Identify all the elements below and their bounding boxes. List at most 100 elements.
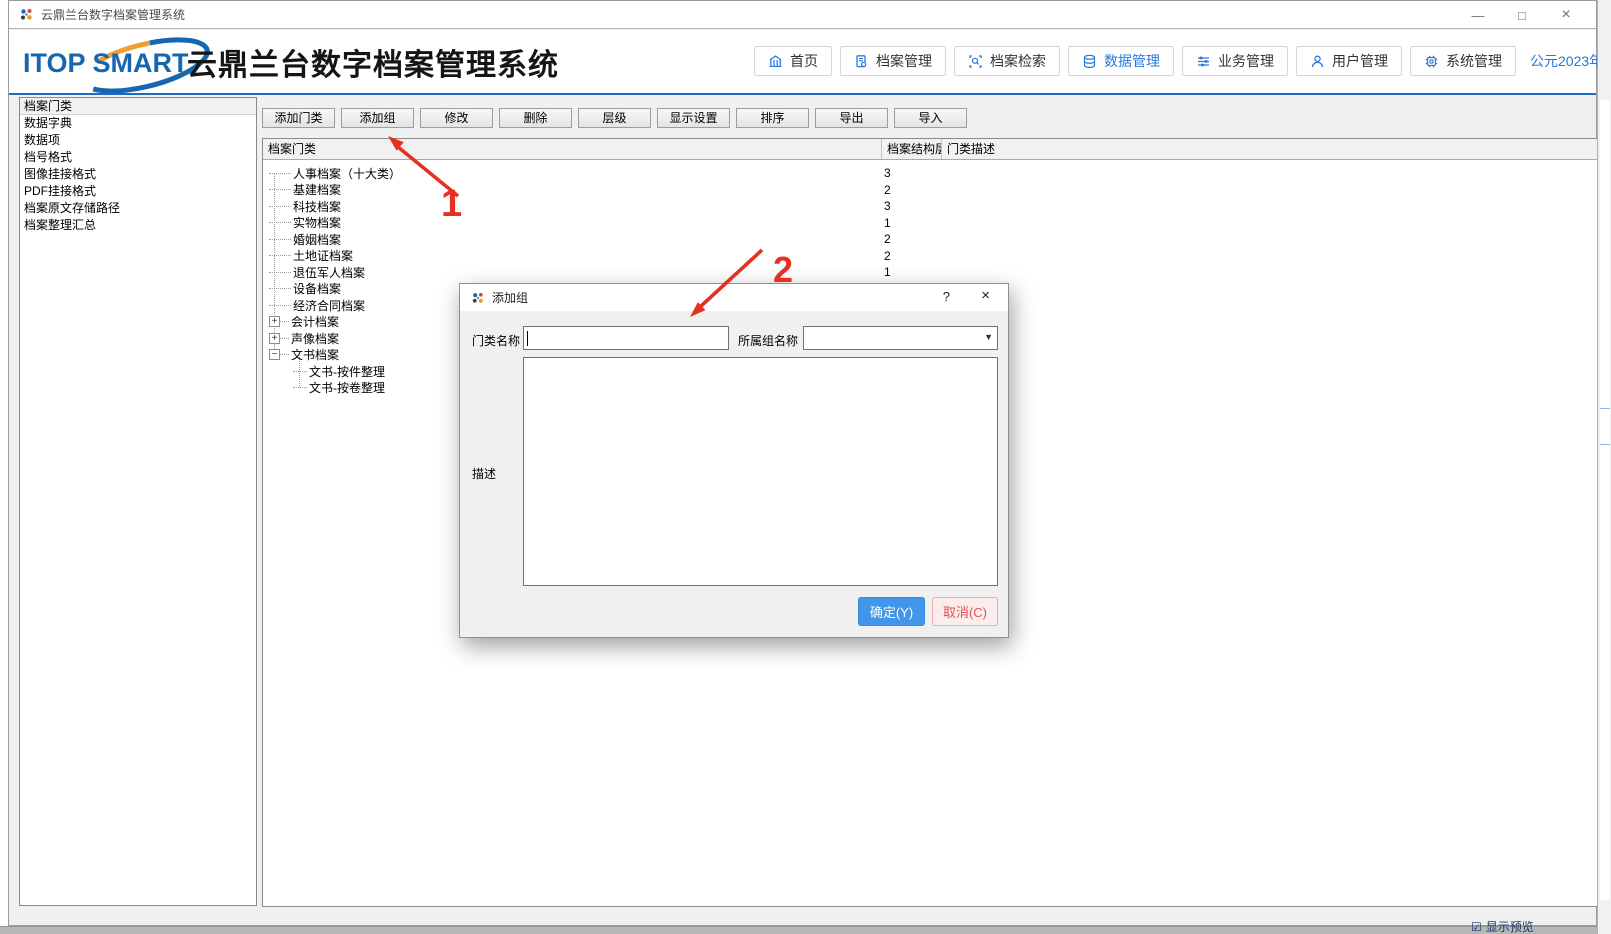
category-name-input[interactable] — [523, 326, 729, 350]
nav-label: 用户管理 — [1332, 51, 1388, 71]
dialog-close-button[interactable]: × — [981, 287, 990, 304]
nav-system-management[interactable]: 系统管理 — [1410, 46, 1516, 76]
tree-row-label: 实物档案 — [291, 214, 341, 231]
tree-row[interactable]: 基建档案 2 — [263, 182, 1597, 199]
database-icon — [1082, 54, 1097, 69]
main-nav: 首页 档案管理 档案检索 数据管理 业务管理 — [754, 46, 1611, 76]
help-button[interactable]: ? — [943, 289, 950, 304]
tree-connector — [269, 173, 291, 174]
group-name-select[interactable]: ▼ — [803, 326, 998, 350]
ok-button[interactable]: 确定(Y) — [858, 597, 925, 626]
sliders-icon — [1196, 54, 1211, 69]
app-icon — [471, 291, 485, 305]
sidebar: 档案门类 数据字典 数据项 档号格式 图像挂接格式 — [19, 97, 257, 906]
nav-archive-management[interactable]: 档案管理 — [840, 46, 946, 76]
tree-row-level: 3 — [884, 199, 934, 213]
nav-business-management[interactable]: 业务管理 — [1182, 46, 1288, 76]
scan-search-icon — [968, 54, 983, 69]
tree-row[interactable]: 婚姻档案 2 — [263, 231, 1597, 248]
tree-connector — [280, 354, 289, 355]
nav-user-management[interactable]: 用户管理 — [1296, 46, 1402, 76]
toolbar-button[interactable]: 修改 — [420, 108, 493, 128]
app-header: ITOP SMART 云鼎兰台数字档案管理系统 首页 档案管理 档案检索 — [9, 30, 1596, 93]
nav-data-management[interactable]: 数据管理 — [1068, 46, 1174, 76]
nav-archive-search[interactable]: 档案检索 — [954, 46, 1060, 76]
preview-checkbox[interactable]: ☑ 显示预览 — [1471, 918, 1534, 934]
tree-row-label: 人事档案（十大类） — [291, 165, 401, 182]
nav-label: 档案检索 — [990, 51, 1046, 71]
table-header: 档案门类 档案结构层级 门类描述 — [263, 139, 1597, 160]
tree-row-level: 2 — [884, 249, 934, 263]
tree-connector — [269, 272, 291, 273]
tree-row-level: 1 — [884, 265, 934, 279]
text-cursor — [527, 331, 528, 346]
tree-row[interactable]: 退伍军人档案 1 — [263, 264, 1597, 281]
sidebar-item[interactable]: 档号格式 — [20, 149, 256, 166]
toolbar-button[interactable]: 排序 — [736, 108, 809, 128]
tree-row[interactable]: 科技档案 3 — [263, 198, 1597, 215]
sidebar-item[interactable]: 档案原文存储路径 — [20, 200, 256, 217]
sidebar-item-label: 数据项 — [24, 133, 60, 147]
toolbar-button[interactable]: 添加组 — [341, 108, 414, 128]
category-name-label: 门类名称 — [472, 332, 520, 349]
maximize-button[interactable]: □ — [1500, 8, 1544, 23]
column-header-structure-level[interactable]: 档案结构层级 — [882, 139, 942, 159]
tree-row-label: 退伍军人档案 — [291, 264, 365, 281]
tree-row-label: 婚姻档案 — [291, 231, 341, 248]
toolbar-button[interactable]: 导入 — [894, 108, 967, 128]
sidebar-item-label: 档案门类 — [24, 99, 72, 113]
sidebar-item[interactable]: 档案门类 — [20, 98, 256, 115]
tree-connector — [293, 387, 307, 388]
tree-row-label: 文书档案 — [289, 346, 339, 363]
sidebar-item[interactable]: PDF挂接格式 — [20, 183, 256, 200]
column-header-category[interactable]: 档案门类 — [263, 139, 882, 159]
tree-row-label: 声像档案 — [289, 330, 339, 347]
checkbox-checked-icon: ☑ — [1471, 920, 1482, 934]
tree-connector — [280, 338, 289, 339]
chevron-down-icon[interactable]: ▼ — [984, 332, 993, 342]
tree-connector — [269, 288, 291, 289]
tree-row-label: 基建档案 — [291, 181, 341, 198]
nav-home[interactable]: 首页 — [754, 46, 832, 76]
toolbar-button[interactable]: 层级 — [578, 108, 651, 128]
add-group-dialog: 添加组 ? × 门类名称 所属组名称 ▼ 描述 确定(Y) 取消(C) — [459, 283, 1009, 638]
expand-toggle-icon[interactable]: − — [269, 349, 280, 360]
tree-row[interactable]: 人事档案（十大类） 3 — [263, 165, 1597, 182]
tree-row[interactable]: 实物档案 1 — [263, 215, 1597, 232]
sidebar-item[interactable]: 档案整理汇总 — [20, 217, 256, 234]
page-title: 云鼎兰台数字档案管理系统 — [187, 40, 559, 84]
expand-toggle-icon[interactable]: + — [269, 316, 280, 327]
sidebar-item[interactable]: 图像挂接格式 — [20, 166, 256, 183]
tree-row-label: 设备档案 — [291, 280, 341, 297]
tree-row-label: 科技档案 — [291, 198, 341, 215]
close-button[interactable]: × — [1544, 6, 1588, 24]
nav-label: 业务管理 — [1218, 51, 1274, 71]
tree-row-level: 2 — [884, 232, 934, 246]
dialog-title: 添加组 — [492, 289, 528, 306]
description-label: 描述 — [472, 465, 496, 482]
tree-row[interactable]: 土地证档案 2 — [263, 248, 1597, 265]
tree-row-label: 经济合同档案 — [291, 297, 365, 314]
nav-label: 系统管理 — [1446, 51, 1502, 71]
cancel-button[interactable]: 取消(C) — [932, 597, 998, 626]
column-header-description[interactable]: 门类描述 — [942, 139, 1597, 159]
tree-connector — [269, 189, 291, 190]
group-name-label: 所属组名称 — [738, 332, 798, 349]
background-window-bottom — [0, 926, 1611, 934]
expand-toggle-icon[interactable]: + — [269, 333, 280, 344]
toolbar-button[interactable]: 删除 — [499, 108, 572, 128]
sidebar-item-label: PDF挂接格式 — [24, 184, 96, 198]
tree-connector — [269, 222, 291, 223]
sidebar-item-label: 档案原文存储路径 — [24, 201, 120, 215]
toolbar-button[interactable]: 显示设置 — [657, 108, 730, 128]
preview-checkbox-label: 显示预览 — [1486, 920, 1534, 934]
sidebar-item[interactable]: 数据字典 — [20, 115, 256, 132]
background-window-edge — [1597, 0, 1611, 934]
minimize-button[interactable]: — — [1456, 8, 1500, 23]
sidebar-item[interactable]: 数据项 — [20, 132, 256, 149]
document-icon — [854, 54, 869, 69]
toolbar: 添加门类 添加组 修改 删除 层级 显示设置 排序 导出 导入 — [262, 108, 967, 128]
toolbar-button[interactable]: 添加门类 — [262, 108, 335, 128]
description-textarea[interactable] — [523, 357, 998, 586]
toolbar-button[interactable]: 导出 — [815, 108, 888, 128]
